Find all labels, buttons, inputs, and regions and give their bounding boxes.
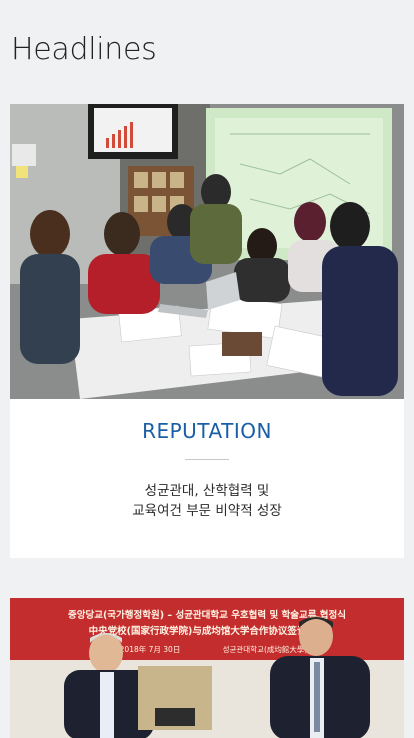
banner-line-korean: 중앙당교(국가행정학원) – 성균관대학교 우호협력 및 학술교류 협정식 [68, 609, 346, 621]
news-card-category[interactable]: REPUTATION [10, 419, 404, 443]
news-card-agreement[interactable]: 중앙당교(국가행정학원) – 성균관대학교 우호협력 및 학술교류 협정식 中央… [10, 598, 404, 738]
news-card-reputation[interactable]: REPUTATION 성균관대, 산학협력 및 교육여건 부문 비약적 성장 [10, 104, 404, 558]
news-card-photo-students[interactable] [10, 104, 404, 399]
banner-date: 2018年 7月 30日 [120, 644, 181, 654]
card-divider [185, 459, 229, 460]
news-card-description[interactable]: 성균관대, 산학협력 및 교육여건 부문 비약적 성장 [30, 481, 384, 521]
news-card-photo-ceremony[interactable]: 중앙당교(국가행정학원) – 성균관대학교 우호협력 및 학술교류 협정식 中央… [10, 598, 404, 738]
banner-line-chinese: 中央党校(国家行政学院)与成均馆大学合作协议签订仪式 [89, 625, 326, 637]
news-card-description-line: 교육여건 부문 비약적 성장 [132, 503, 282, 519]
news-card-description-line: 성균관대, 산학협력 및 [144, 483, 270, 499]
page-title: Headlines [11, 32, 157, 67]
banner-place: 성균관대학교(成均館大學) [223, 644, 308, 654]
